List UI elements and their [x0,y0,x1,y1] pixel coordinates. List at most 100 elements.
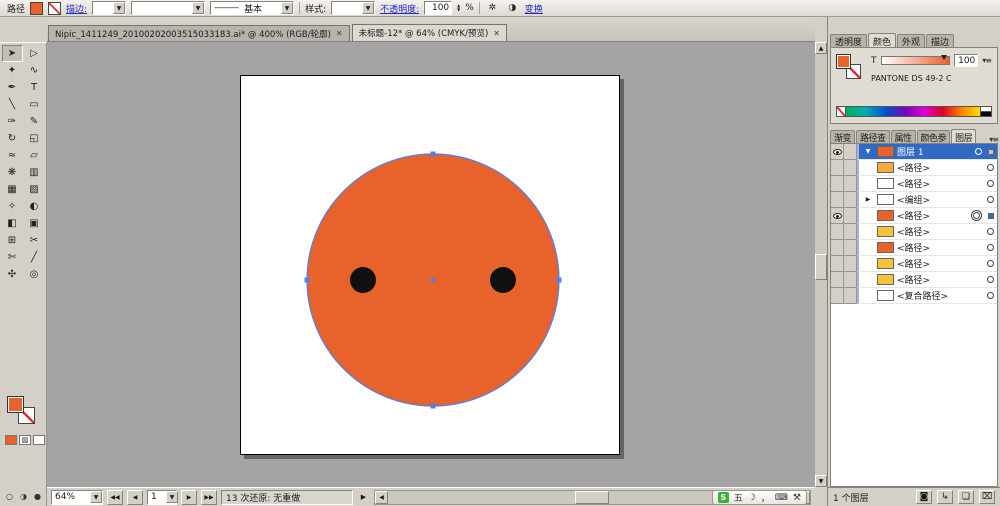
target-icon[interactable] [987,180,994,187]
target-icon[interactable] [987,228,994,235]
tab-gradient[interactable]: 渐变 [830,130,855,144]
free-transform-tool[interactable]: ▱ [24,147,45,164]
lock-toggle[interactable] [844,192,857,208]
visibility-toggle[interactable] [831,272,844,288]
visibility-toggle[interactable] [831,256,844,272]
eyedropper-tool[interactable]: ✧ [2,198,23,215]
scroll-down-icon[interactable]: ▼ [815,475,827,487]
symbol-sprayer-tool[interactable]: ❋ [2,164,23,181]
horizontal-scroll-thumb[interactable] [575,491,609,504]
dropdown-arrow-icon[interactable]: ▼ [113,2,125,14]
pen-tool[interactable]: ✒ [2,79,23,96]
color-mode-button[interactable] [5,435,17,445]
brush-definition-dropdown[interactable]: ▼ [131,1,205,15]
lasso-tool[interactable]: ∿ [24,62,45,79]
wand-icon[interactable]: ✲ [485,1,500,16]
fill-color-swatch[interactable] [30,2,43,15]
target-icon[interactable] [987,164,994,171]
page-number-select[interactable]: 1 ▼ [147,490,177,505]
fill-proxy-swatch[interactable] [836,54,851,69]
visibility-toggle[interactable] [831,160,844,176]
layer-name[interactable]: 图层 1 [897,145,924,158]
layer-row[interactable]: ▼ 图层 1 [831,144,997,160]
layer-row[interactable]: <路径> [831,160,997,176]
vertical-scroll-thumb[interactable] [815,254,827,280]
ime-fullhalf-icon[interactable]: ☽ [748,493,756,503]
color-spectrum-ramp[interactable] [846,106,981,117]
scroll-left-icon[interactable]: ◀ [375,491,388,504]
ime-mode-button[interactable]: 五 [734,491,743,504]
document-tab-1[interactable]: Nipic_1411249_20100202003515033183.ai* @… [48,25,350,41]
new-sublayer-button[interactable]: ↳ [937,490,953,504]
layer-name[interactable]: <路径> [897,209,930,222]
visibility-toggle[interactable] [831,240,844,256]
tab-layers[interactable]: 图层 [951,129,976,144]
fill-proxy-swatch[interactable] [7,396,24,413]
layer-name[interactable]: <路径> [897,273,930,286]
lock-toggle[interactable] [844,272,857,288]
graphic-style-dropdown[interactable]: ———基本▼ [210,1,294,15]
target-icon[interactable] [987,196,994,203]
anchor-point-top[interactable] [431,152,436,157]
layer-row[interactable]: <路径> [831,272,997,288]
layer-name[interactable]: <路径> [897,161,930,174]
dropdown-arrow-icon[interactable]: ▼ [281,2,293,14]
black-white-swatches[interactable] [981,106,992,117]
live-paint-selection-tool[interactable]: ▣ [24,215,45,232]
anchor-point-left[interactable] [305,278,310,283]
lock-toggle[interactable] [844,288,857,304]
magic-wand-tool[interactable]: ✦ [2,62,23,79]
stroke-weight-dropdown[interactable]: ▼ [92,1,126,15]
tab-stroke[interactable]: 描边 [926,34,954,48]
layer-name[interactable]: <路径> [897,225,930,238]
paintbrush-tool[interactable]: ✑ [2,113,23,130]
dropdown-arrow-icon[interactable]: ▼ [90,491,102,503]
graph-tool[interactable]: ▥ [24,164,45,181]
tab-attributes[interactable]: 属性 [891,130,916,144]
tab-color-guide[interactable]: 颜色参 [917,130,951,144]
layer-row[interactable]: <路径> [831,224,997,240]
tab-pathfinder[interactable]: 路径查 [856,130,890,144]
type-tool[interactable]: T [24,79,45,96]
lock-toggle[interactable] [844,208,857,224]
clipping-mask-button[interactable]: ◙ [916,490,932,504]
visibility-toggle[interactable] [831,144,844,160]
scroll-up-icon[interactable]: ▲ [815,42,827,54]
expander-icon[interactable]: ▼ [862,148,874,155]
ime-logo-icon[interactable]: S [718,492,729,503]
target-icon[interactable] [987,292,994,299]
target-icon[interactable] [987,276,994,283]
none-mode-button[interactable] [33,435,45,445]
gradient-mode-button[interactable]: ▨ [19,435,31,445]
tint-slider-knob[interactable] [941,55,947,60]
target-icon-selected[interactable] [973,212,980,219]
status-menu-icon[interactable]: ▶ [357,490,370,505]
target-icon[interactable] [975,148,982,155]
layer-name[interactable]: <路径> [897,177,930,190]
pencil-tool[interactable]: ✎ [24,113,45,130]
none-swatch[interactable] [836,106,846,117]
target-icon[interactable] [987,244,994,251]
opacity-label[interactable]: 不透明度: [380,2,419,15]
visibility-toggle[interactable] [831,288,844,304]
target-icon[interactable] [987,260,994,267]
screen-mode-full-menu-button[interactable]: ◑ [18,491,29,502]
black-swatch[interactable] [981,112,991,116]
right-eye-path[interactable] [490,267,516,293]
artboard[interactable] [240,75,620,455]
vertical-scrollbar[interactable]: ▲ ▼ [815,42,827,487]
delete-layer-button[interactable]: ⌧ [979,490,995,504]
layer-row[interactable]: <路径> [831,256,997,272]
tint-value-input[interactable]: 100 [954,54,978,67]
visibility-toggle[interactable] [831,224,844,240]
panel-menu-icon[interactable]: ▾≡ [982,56,991,65]
layer-name[interactable]: <路径> [897,241,930,254]
selection-tool[interactable]: ➤ [2,45,23,62]
stroke-label[interactable]: 描边: [66,2,87,15]
layer-row[interactable]: <路径> [831,176,997,192]
tab-appearance[interactable]: 外观 [897,34,925,48]
knife-tool[interactable]: ╱ [24,249,45,266]
lock-toggle[interactable] [844,240,857,256]
visibility-toggle[interactable] [831,208,844,224]
expander-icon[interactable]: ▶ [862,196,874,203]
